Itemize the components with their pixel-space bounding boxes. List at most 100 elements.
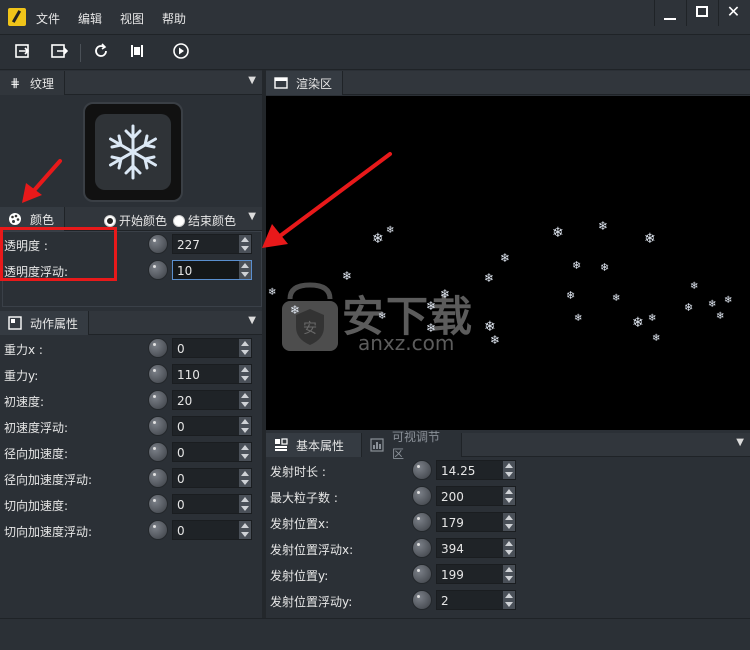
prop-label: 径向加速度: <box>4 447 69 461</box>
value-input[interactable]: 2 <box>436 590 516 610</box>
value-knob[interactable] <box>148 390 168 410</box>
tab-motion[interactable]: 动作属性 <box>0 311 90 335</box>
value-text: 0 <box>177 420 185 434</box>
menu-file[interactable]: 文件 <box>36 10 60 27</box>
opacity-input[interactable]: 227 <box>172 234 252 254</box>
annotation-arrow-icon <box>262 152 392 248</box>
spin-arrows[interactable] <box>239 261 251 279</box>
value-knob[interactable] <box>148 416 168 436</box>
export-button[interactable] <box>48 42 70 64</box>
chevron-down-icon[interactable]: ▼ <box>736 437 744 448</box>
value-knob[interactable] <box>412 486 432 506</box>
value-input[interactable]: 200 <box>436 486 516 506</box>
value-input[interactable]: 179 <box>436 512 516 532</box>
spin-arrows[interactable] <box>239 235 251 253</box>
radio-end-color[interactable]: 结束颜色 <box>173 212 236 229</box>
value-knob[interactable] <box>148 494 168 514</box>
prop-label: 重力x : <box>4 343 43 357</box>
value-input[interactable]: 394 <box>436 538 516 558</box>
prop-label: 初速度浮动: <box>4 421 69 435</box>
snowflake-particle-icon: ❄ <box>484 319 496 335</box>
value-knob[interactable] <box>148 468 168 488</box>
spin-arrows[interactable] <box>503 461 515 479</box>
value-knob[interactable] <box>412 512 432 532</box>
menu-view[interactable]: 视图 <box>120 10 144 27</box>
value-input[interactable]: 199 <box>436 564 516 584</box>
prop-label: 切向加速度浮动: <box>4 525 93 539</box>
spin-arrows[interactable] <box>239 521 251 539</box>
menu-help[interactable]: 帮助 <box>162 10 186 27</box>
spin-arrows[interactable] <box>503 513 515 531</box>
minimize-button[interactable] <box>654 0 684 26</box>
value-knob[interactable] <box>148 338 168 358</box>
prop-label: 发射位置浮动x: <box>270 543 354 557</box>
tab-texture[interactable]: ⋕ 纹理 <box>0 71 66 95</box>
texture-preview <box>95 114 171 190</box>
play-button[interactable] <box>170 42 192 64</box>
motion-icon <box>8 316 22 330</box>
chevron-down-icon[interactable]: ▼ <box>248 211 256 222</box>
value-knob[interactable] <box>412 460 432 480</box>
spin-arrows[interactable] <box>239 391 251 409</box>
opacity-knob[interactable] <box>148 234 168 254</box>
value-knob[interactable] <box>148 364 168 384</box>
snowflake-particle-icon: ❄ <box>684 301 694 314</box>
value-knob[interactable] <box>412 590 432 610</box>
value-input[interactable]: 0 <box>172 468 252 488</box>
watermark: 安 安下载 anxz.com <box>280 281 500 361</box>
value-knob[interactable] <box>412 538 432 558</box>
export-icon <box>51 44 69 58</box>
value-knob[interactable] <box>148 442 168 462</box>
render-canvas[interactable]: 安 安下载 anxz.com ❄ ❄ ❄ ❄ ❄ ❄ ❄ ❄ ❄ ❄ ❄ ❄ ❄ ❄ ❄ ❄ ❄ ❄ ❄ ❄ ❄ ❄ ❄ ❄ ❄… <box>266 96 750 430</box>
prop-row: 重力y: 110 <box>0 362 262 386</box>
close-button[interactable]: ✕ <box>718 0 748 26</box>
value-input[interactable]: 0 <box>172 520 252 540</box>
opacity-var-knob[interactable] <box>148 260 168 280</box>
spin-arrows[interactable] <box>239 365 251 383</box>
import-button[interactable] <box>12 42 34 64</box>
render-panel-header: 渲染区 <box>266 71 750 95</box>
tab-basic[interactable]: 基本属性 <box>266 433 362 457</box>
value-input[interactable]: 0 <box>172 494 252 514</box>
spin-arrows[interactable] <box>239 469 251 487</box>
chevron-down-icon[interactable]: ▼ <box>248 315 256 326</box>
prop-row: 最大粒子数 : 200 <box>266 484 750 508</box>
snowflake-particle-icon: ❄ <box>342 269 353 283</box>
spin-arrows[interactable] <box>239 495 251 513</box>
value-input[interactable]: 0 <box>172 338 252 358</box>
fit-button[interactable] <box>126 42 148 64</box>
texture-thumbnail[interactable] <box>83 102 183 202</box>
value-input[interactable]: 20 <box>172 390 252 410</box>
value-text: 199 <box>441 568 464 582</box>
menu-edit[interactable]: 编辑 <box>78 10 102 27</box>
maximize-icon <box>695 6 708 17</box>
spin-arrows[interactable] <box>503 591 515 609</box>
value-input[interactable]: 0 <box>172 416 252 436</box>
snowflake-particle-icon: ❄ <box>426 321 437 335</box>
value-input[interactable]: 110 <box>172 364 252 384</box>
value-knob[interactable] <box>412 564 432 584</box>
spin-arrows[interactable] <box>239 339 251 357</box>
chevron-down-icon[interactable]: ▼ <box>248 75 256 86</box>
value-input[interactable]: 14.25 <box>436 460 516 480</box>
spin-arrows[interactable] <box>503 487 515 505</box>
tab-visual[interactable]: 可视调节区 <box>362 430 462 461</box>
value-knob[interactable] <box>148 520 168 540</box>
snowflake-particle-icon: ❄ <box>716 311 725 322</box>
spin-arrows[interactable] <box>239 417 251 435</box>
toolbar-separator <box>80 44 81 62</box>
spin-arrows[interactable] <box>239 443 251 461</box>
import-icon <box>15 44 30 58</box>
spin-arrows[interactable] <box>503 565 515 583</box>
prop-row: 发射位置浮动y: 2 <box>266 588 750 612</box>
prop-row: 初速度浮动: 0 <box>0 414 262 438</box>
refresh-button[interactable] <box>90 42 112 64</box>
value-text: 394 <box>441 542 464 556</box>
maximize-button[interactable] <box>686 0 716 26</box>
tab-render[interactable]: 渲染区 <box>266 71 344 95</box>
value-input[interactable]: 0 <box>172 442 252 462</box>
prop-row: 切向加速度: 0 <box>0 492 262 516</box>
spin-arrows[interactable] <box>503 539 515 557</box>
opacity-var-input[interactable]: 10 <box>172 260 252 280</box>
title-bar: 文件 编辑 视图 帮助 ✕ <box>0 0 750 35</box>
